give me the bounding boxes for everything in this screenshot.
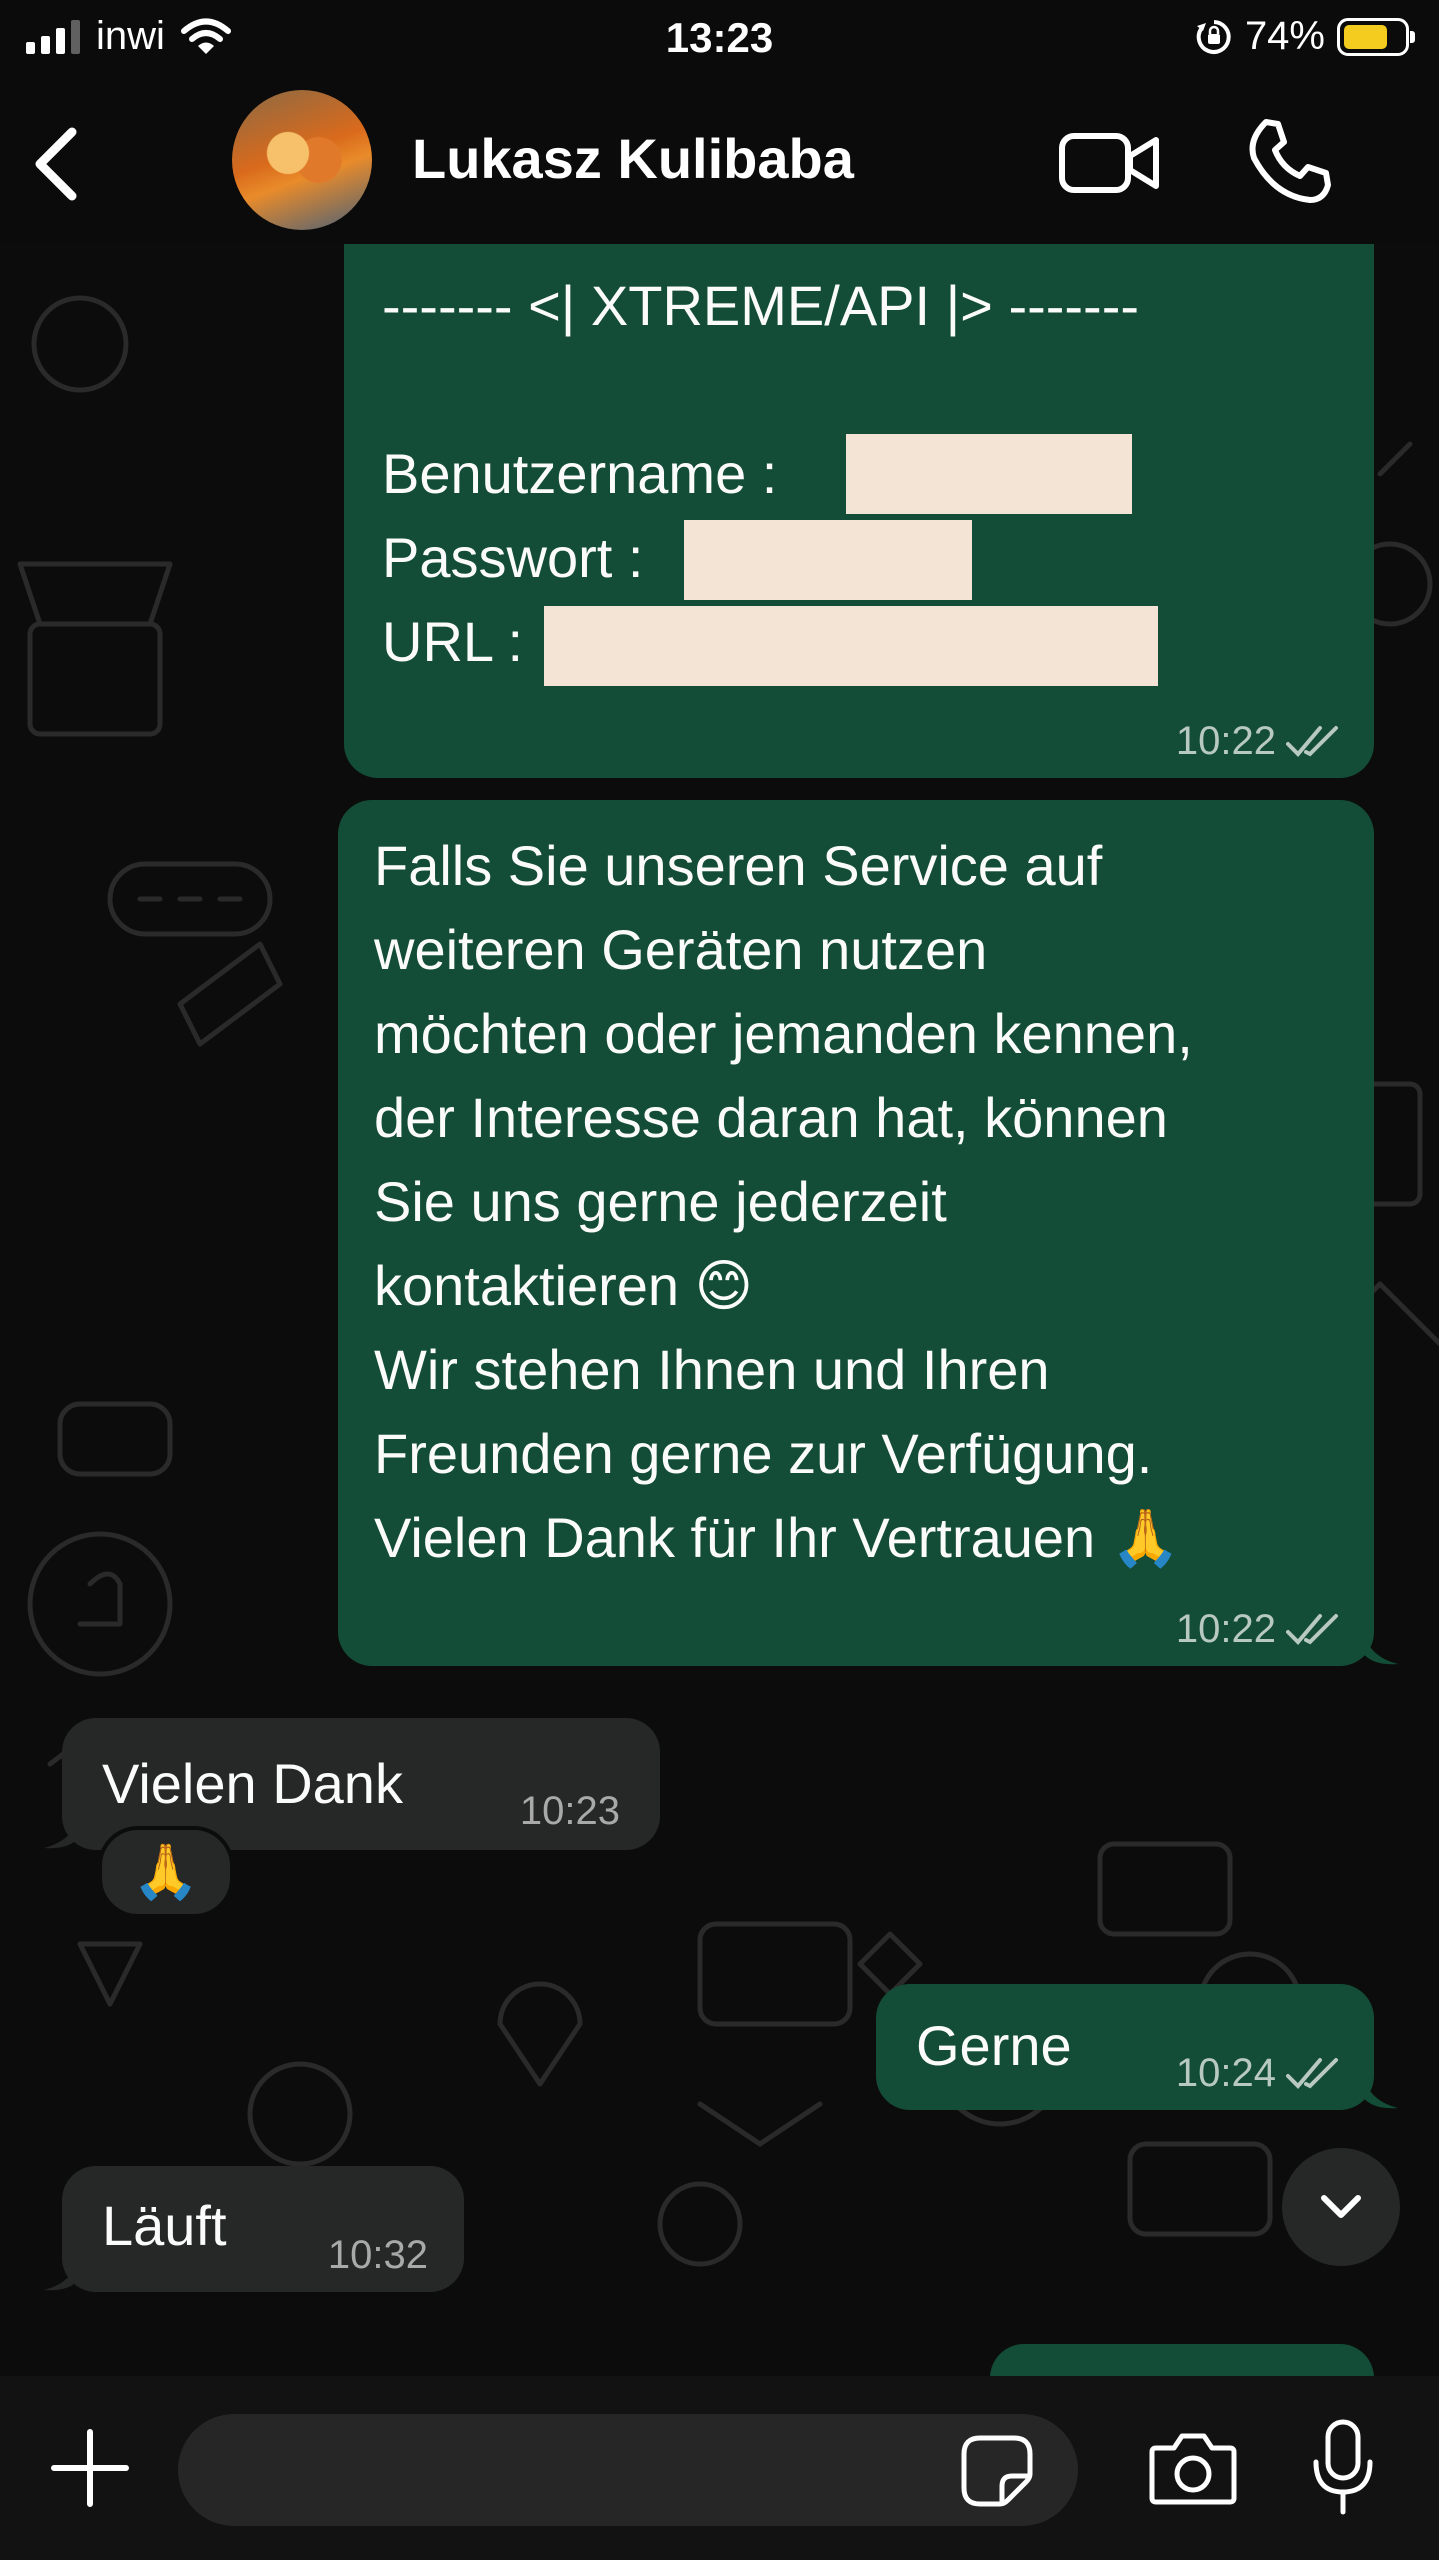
bubble-tail — [44, 2252, 80, 2291]
message-line — [382, 348, 1139, 432]
battery-icon — [1337, 17, 1415, 56]
message-meta: 10:32 — [328, 2233, 428, 2278]
message-time: 10:23 — [519, 1789, 620, 1833]
bubble-tail — [44, 1810, 80, 1849]
video-call-icon[interactable] — [1058, 122, 1162, 202]
message-partial[interactable] — [990, 2344, 1374, 2376]
microphone-icon[interactable] — [1308, 2418, 1378, 2518]
message-time: 10:24 — [1175, 2051, 1276, 2095]
message-text: Vielen Dank — [102, 1752, 403, 1815]
message-service-info[interactable]: Falls Sie unseren Service auf weiteren G… — [338, 800, 1374, 1666]
message-time: 10:32 — [327, 2233, 428, 2277]
message-meta: 10:22 — [1176, 1607, 1344, 1652]
sticker-icon[interactable] — [960, 2434, 1034, 2508]
plus-icon[interactable] — [48, 2426, 132, 2510]
camera-icon[interactable] — [1148, 2428, 1238, 2508]
message-laeuft[interactable]: Läuft 10:32 — [62, 2166, 464, 2292]
message-time: 10:22 — [1175, 1607, 1276, 1651]
chevron-down-icon — [1321, 2195, 1361, 2218]
message-gerne[interactable]: Gerne 10:24 — [876, 1984, 1374, 2110]
orientation-lock-icon — [1196, 19, 1231, 54]
message-line: ------- <| XTREME/API |> ------- — [382, 274, 1139, 337]
redacted-url — [544, 606, 1158, 686]
avatar[interactable] — [232, 90, 372, 230]
double-check-icon — [1286, 725, 1338, 757]
battery-level — [1344, 24, 1387, 49]
status-right: 74% — [1195, 14, 1415, 59]
double-check-icon — [1286, 1613, 1338, 1645]
message-text: Falls Sie unseren Service auf weiteren G… — [374, 834, 1193, 1569]
message-meta: 10:23 — [520, 1789, 620, 1834]
chat-header: Lukasz Kulibaba — [0, 80, 1439, 244]
voice-call-icon[interactable] — [1244, 116, 1334, 206]
battery-percent: 74% — [1244, 14, 1325, 58]
message-time: 10:22 — [1175, 719, 1276, 763]
message-text: Gerne — [916, 2014, 1072, 2077]
double-check-icon — [1286, 2057, 1338, 2089]
message-credentials[interactable]: ------- <| XTREME/API |> ------- Benutze… — [344, 244, 1374, 778]
redacted-password — [684, 520, 972, 600]
message-meta: 10:22 — [1176, 719, 1344, 764]
bubble-tail — [1362, 2070, 1398, 2109]
message-text: Läuft — [102, 2194, 227, 2257]
back-icon[interactable] — [26, 124, 86, 204]
bubble-tail — [1362, 1626, 1398, 1665]
chat-area[interactable]: ------- <| XTREME/API |> ------- Benutze… — [0, 244, 1439, 2376]
message-meta: 10:24 — [1176, 2051, 1344, 2096]
scroll-to-bottom-button[interactable] — [1282, 2148, 1400, 2266]
message-input[interactable] — [178, 2414, 1078, 2526]
redacted-username — [846, 434, 1132, 514]
message-reaction[interactable]: 🙏 — [98, 1826, 234, 1918]
contact-name[interactable]: Lukasz Kulibaba — [412, 126, 854, 191]
status-bar: inwi 13:23 74% — [0, 0, 1439, 80]
composer-bar — [0, 2376, 1439, 2560]
